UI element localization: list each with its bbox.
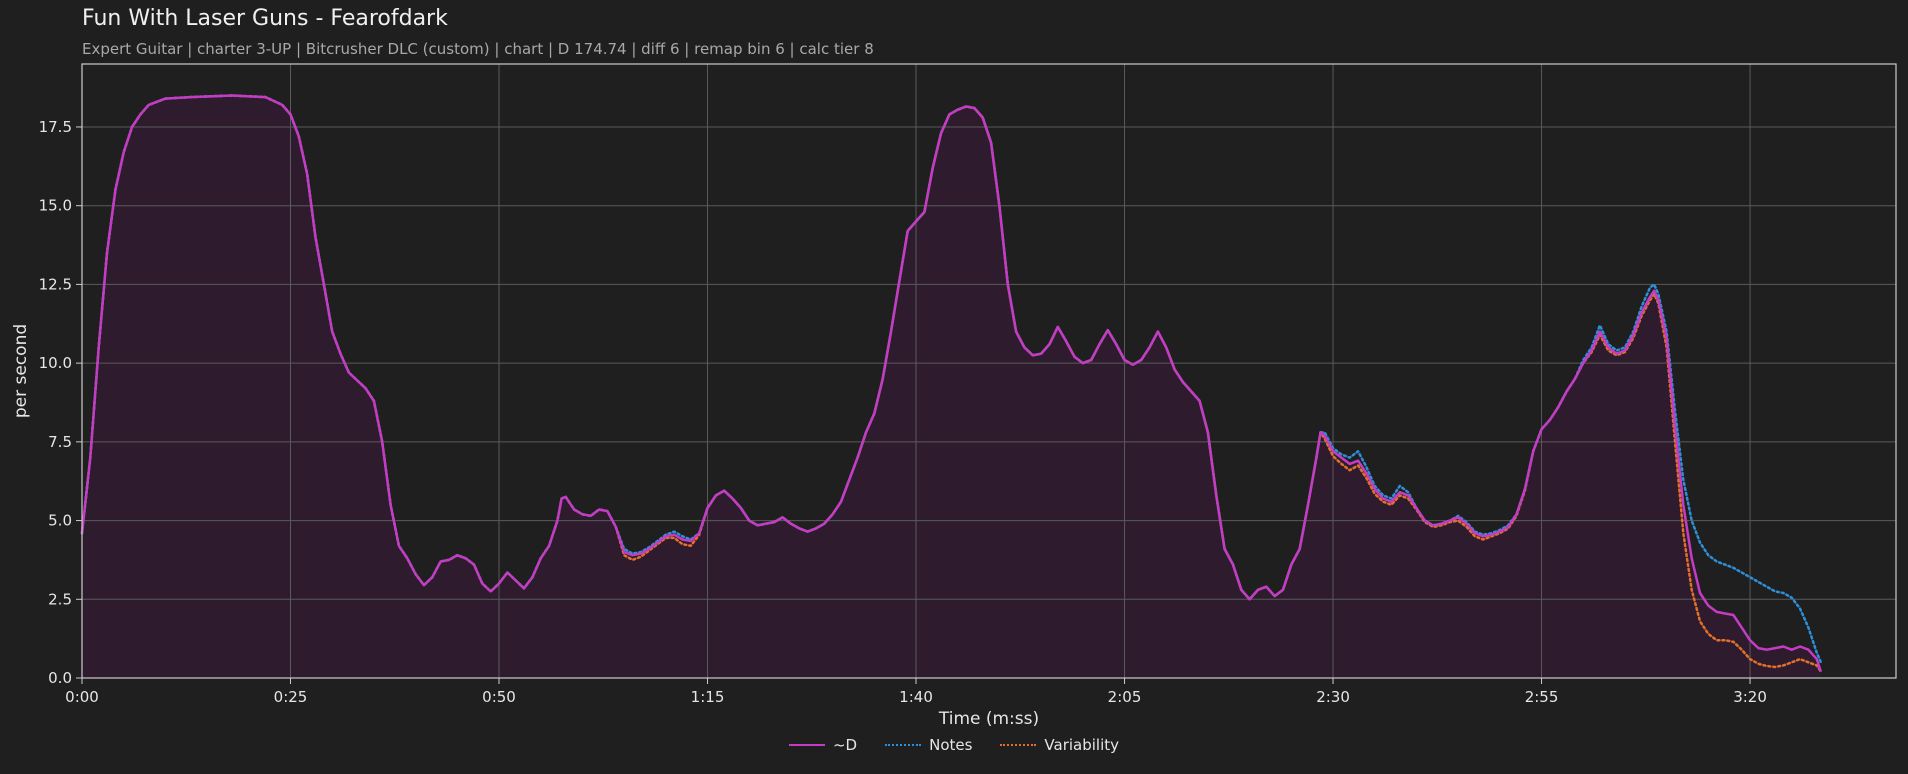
y-tick-label: 12.5 [39,275,72,293]
chart-legend: ~D Notes Variability [0,736,1908,754]
x-tick-label: 2:30 [1316,688,1350,706]
legend-item-d: ~D [788,736,858,754]
x-tick-label: 0:25 [274,688,308,706]
y-tick-label: 10.0 [39,354,72,372]
legend-item-variability: Variability [1000,736,1119,754]
legend-swatch-d [788,744,825,746]
x-tick-label: 0:00 [65,688,99,706]
x-tick-label: 3:20 [1733,688,1767,706]
y-tick-label: 0.0 [48,669,72,687]
x-tick-label: 1:40 [899,688,933,706]
y-tick-label: 15.0 [39,197,72,215]
y-tick-label: 2.5 [48,590,72,608]
legend-item-notes: Notes [885,736,972,754]
y-tick-label: 5.0 [48,512,72,530]
legend-swatch-notes [885,744,922,746]
x-tick-label: 2:55 [1525,688,1559,706]
legend-label-d: ~D [832,736,858,754]
x-tick-label: 1:15 [691,688,725,706]
y-tick-label: 7.5 [48,433,72,451]
x-axis-label: Time (m:ss) [938,709,1039,729]
line-chart: 0:00 0:25 0:50 1:15 1:40 2:05 2:30 2:55 3:20 0.0 2… [11,63,1897,729]
legend-label-variability: Variability [1044,736,1120,754]
x-tick-label: 2:05 [1108,688,1142,706]
y-axis-label: per second [11,324,31,418]
legend-label-notes: Notes [929,736,973,754]
x-tick-label: 0:50 [482,688,516,706]
y-tick-label: 17.5 [39,118,72,136]
legend-swatch-variability [1000,744,1037,746]
